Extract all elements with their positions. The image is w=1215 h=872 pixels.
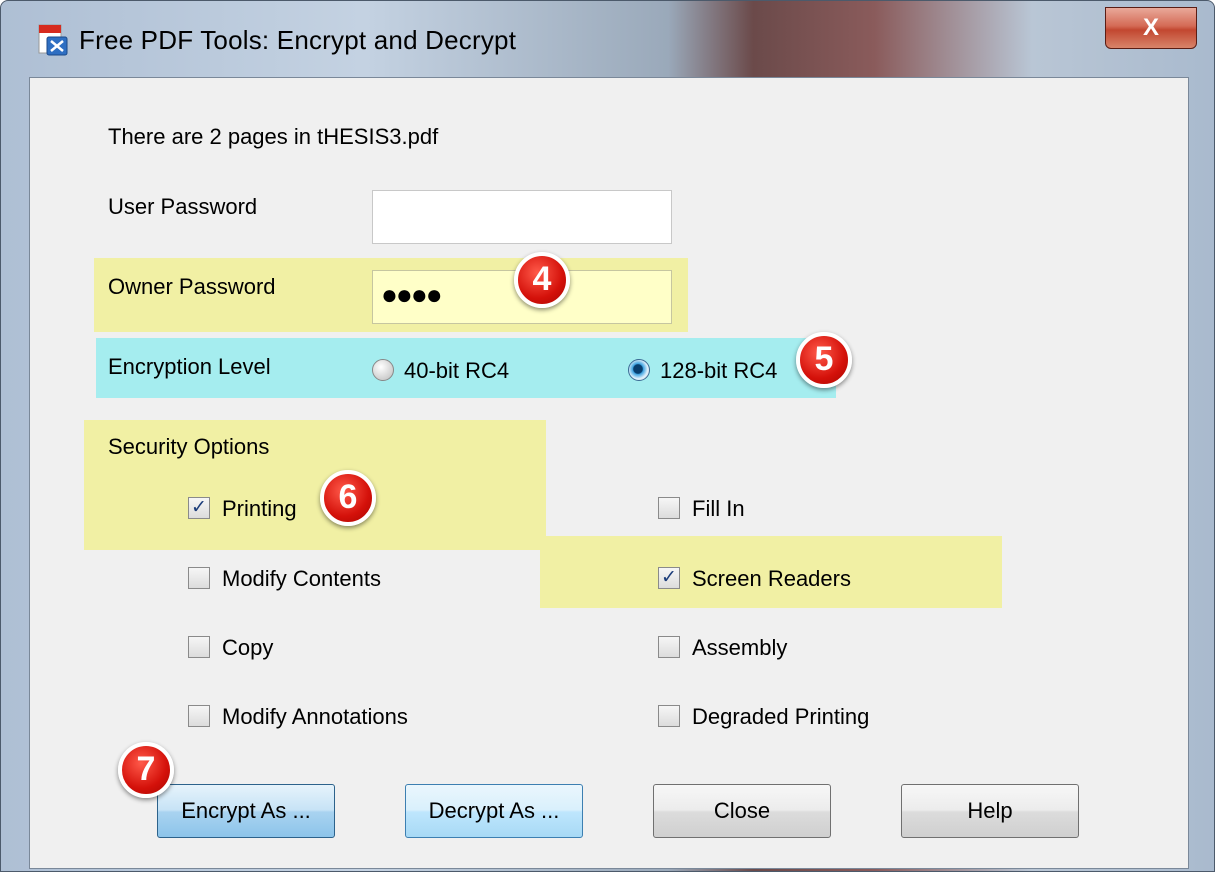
help-button[interactable]: Help (901, 784, 1079, 838)
close-button[interactable]: Close (653, 784, 831, 838)
dialog-window: Free PDF Tools: Encrypt and Decrypt X Th… (0, 0, 1215, 872)
screen-readers-label[interactable]: Screen Readers (692, 566, 851, 592)
owner-password-value: ●●●● (381, 279, 443, 310)
window-title: Free PDF Tools: Encrypt and Decrypt (79, 25, 517, 55)
step-badge-4: 4 (514, 252, 570, 308)
modify-contents-checkbox[interactable] (188, 567, 210, 589)
step-badge-5: 5 (796, 332, 852, 388)
radio-40bit[interactable] (372, 359, 394, 381)
encryption-level-label: Encryption Level (108, 354, 271, 379)
printing-label[interactable]: Printing (222, 496, 297, 522)
decrypt-as-button[interactable]: Decrypt As ... (405, 784, 583, 838)
modify-contents-label[interactable]: Modify Contents (222, 566, 381, 592)
encrypt-as-button[interactable]: Encrypt As ... (157, 784, 335, 838)
screen-readers-checkbox[interactable]: ✓ (658, 567, 680, 589)
title-bar[interactable]: Free PDF Tools: Encrypt and Decrypt X (1, 1, 1214, 77)
modify-annotations-label[interactable]: Modify Annotations (222, 704, 408, 730)
assembly-checkbox[interactable] (658, 636, 680, 658)
page-count-info: There are 2 pages in tHESIS3.pdf (108, 124, 439, 149)
pdf-tools-icon (38, 24, 68, 56)
user-password-input[interactable] (372, 190, 672, 244)
user-password-label: User Password (108, 194, 258, 219)
dialog-body: There are 2 pages in tHESIS3.pdf User Pa… (29, 77, 1189, 869)
security-options-label: Security Options (108, 434, 270, 459)
copy-checkbox[interactable] (188, 636, 210, 658)
printing-checkbox[interactable]: ✓ (188, 497, 210, 519)
fill-in-label[interactable]: Fill In (692, 496, 745, 522)
radio-128bit-label[interactable]: 128-bit RC4 (660, 358, 777, 384)
assembly-label[interactable]: Assembly (692, 635, 787, 661)
degraded-printing-label[interactable]: Degraded Printing (692, 704, 869, 730)
fill-in-checkbox[interactable] (658, 497, 680, 519)
radio-128bit[interactable] (628, 359, 650, 381)
radio-40bit-label[interactable]: 40-bit RC4 (404, 358, 509, 384)
degraded-printing-checkbox[interactable] (658, 705, 680, 727)
step-badge-6: 6 (320, 470, 376, 526)
step-badge-7: 7 (118, 742, 174, 798)
owner-password-label: Owner Password (108, 274, 276, 299)
modify-annotations-checkbox[interactable] (188, 705, 210, 727)
close-window-button[interactable]: X (1105, 7, 1197, 49)
copy-label[interactable]: Copy (222, 635, 273, 661)
